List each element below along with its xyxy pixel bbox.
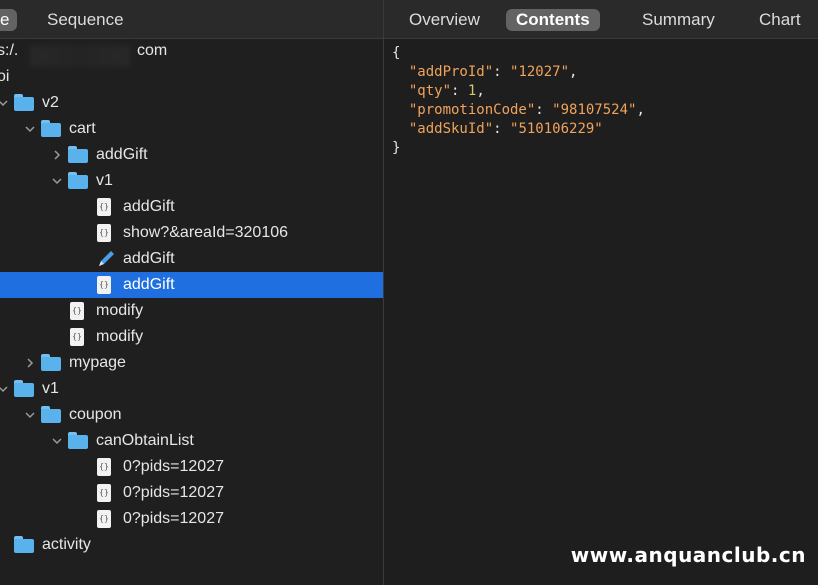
folder-icon: [41, 354, 61, 372]
tree-folder-row[interactable]: activity: [0, 532, 383, 558]
right-tab-bar: Overview Contents Summary Chart: [384, 0, 818, 39]
tree-row-label: addGift: [123, 276, 175, 293]
json-close-brace: }: [392, 140, 401, 156]
json-value: "510106229": [510, 121, 603, 137]
tree-folder-row[interactable]: cart: [0, 116, 383, 142]
json-file-icon: {}: [97, 198, 111, 216]
left-pane: e Sequence s:/. com oi v2 cart addGift v1{} a…: [0, 0, 383, 585]
tab-summary[interactable]: Summary: [632, 9, 725, 31]
chevron-down-icon[interactable]: [23, 402, 37, 428]
tree-file-row[interactable]: {} modify: [0, 298, 383, 324]
tree-row-label: addGift: [123, 198, 175, 215]
tab-structure[interactable]: e: [0, 9, 18, 31]
chevron-down-icon[interactable]: [50, 168, 64, 194]
chevron-down-icon[interactable]: [50, 428, 64, 454]
json-colon: :: [493, 121, 511, 137]
tree-folder-row[interactable]: canObtainList: [0, 428, 383, 454]
tree-folder-row[interactable]: v2: [0, 90, 383, 116]
tree-folder-row[interactable]: v1: [0, 168, 383, 194]
tree-row-label: modify: [96, 302, 144, 319]
tree-file-row[interactable]: {} show?&areaId=320106: [0, 220, 383, 246]
tree-row-label: canObtainList: [96, 432, 194, 449]
tree-file-row[interactable]: {} addGift: [0, 272, 383, 298]
tree-row-label: 0?pids=12027: [123, 458, 224, 475]
tab-contents[interactable]: Contents: [506, 9, 600, 31]
chevron-right-icon[interactable]: [23, 350, 37, 376]
tree-file-row[interactable]: {} modify: [0, 324, 383, 350]
json-colon: :: [535, 102, 553, 118]
json-open-brace: {: [392, 45, 401, 61]
tree-row-label: 0?pids=12027: [123, 484, 224, 501]
chevron-down-icon[interactable]: [23, 116, 37, 142]
tree-row-label: v1: [96, 172, 113, 189]
tree-folder-row[interactable]: addGift: [0, 142, 383, 168]
tree-file-row[interactable]: oi: [0, 64, 383, 90]
json-key: "addSkuId": [408, 121, 494, 137]
json-file-icon: {}: [97, 276, 111, 294]
json-viewer[interactable]: { "addProId": "12027", "qty": 1, "promot…: [392, 44, 645, 158]
json-value: "12027": [510, 64, 570, 80]
folder-icon: [68, 172, 88, 190]
tab-sequence[interactable]: Sequence: [39, 9, 132, 31]
tree-folder-row[interactable]: mypage: [0, 350, 383, 376]
tab-overview[interactable]: Overview: [399, 9, 490, 31]
json-file-icon: {}: [70, 328, 84, 346]
tree-folder-row[interactable]: v1: [0, 376, 383, 402]
tree-row-label: addGift: [123, 250, 175, 267]
json-colon: :: [451, 83, 468, 99]
json-comma: ,: [569, 64, 578, 80]
tree-row-label: addGift: [96, 146, 148, 163]
folder-icon: [14, 536, 34, 554]
json-comma: ,: [476, 83, 485, 99]
tree-file-row[interactable]: {} 0?pids=12027: [0, 506, 383, 532]
json-file-icon: {}: [97, 224, 111, 242]
tab-chart[interactable]: Chart: [749, 9, 811, 31]
tree-row-label: coupon: [69, 406, 122, 423]
folder-icon: [14, 94, 34, 112]
tree-row-label: cart: [69, 120, 96, 137]
tree-row-label: activity: [42, 536, 91, 553]
tree-row-label: v2: [42, 94, 59, 111]
watermark: www.anquanclub.cn: [570, 543, 806, 567]
json-colon: :: [493, 64, 511, 80]
json-key: "addProId": [408, 64, 494, 80]
folder-icon: [68, 432, 88, 450]
json-value: "98107524": [552, 102, 637, 118]
host-suffix: com: [137, 42, 168, 59]
tree-row-label: show?&areaId=320106: [123, 224, 289, 241]
tree-row-label: oi: [0, 68, 10, 85]
tree-row-label: v1: [42, 380, 59, 397]
json-key: "qty": [408, 83, 452, 99]
tree-file-row[interactable]: addGift: [0, 246, 383, 272]
tree-file-row[interactable]: {} addGift: [0, 194, 383, 220]
chevron-down-icon[interactable]: [0, 376, 10, 402]
tree-row-label: modify: [96, 328, 144, 345]
json-key: "promotionCode": [408, 102, 536, 118]
folder-icon: [14, 380, 34, 398]
json-comma: ,: [636, 102, 645, 118]
folder-icon: [41, 406, 61, 424]
json-file-icon: {}: [97, 458, 111, 476]
tree-file-row[interactable]: {} 0?pids=12027: [0, 480, 383, 506]
chevron-down-icon[interactable]: [0, 90, 10, 116]
chevron-right-icon[interactable]: [50, 142, 64, 168]
pencil-edit-icon: [96, 250, 116, 268]
folder-icon: [68, 146, 88, 164]
json-file-icon: {}: [70, 302, 84, 320]
json-file-icon: {}: [97, 484, 111, 502]
tree-folder-row[interactable]: coupon: [0, 402, 383, 428]
tree-row-label: mypage: [69, 354, 126, 371]
json-file-icon: {}: [97, 510, 111, 528]
folder-icon: [41, 120, 61, 138]
left-tab-bar: e Sequence: [0, 0, 383, 39]
right-pane: Overview Contents Summary Chart { "addPr…: [384, 0, 818, 585]
tree-file-row[interactable]: {} 0?pids=12027: [0, 454, 383, 480]
tree-row-label: 0?pids=12027: [123, 510, 224, 527]
host-prefix: s:/.: [0, 42, 19, 59]
